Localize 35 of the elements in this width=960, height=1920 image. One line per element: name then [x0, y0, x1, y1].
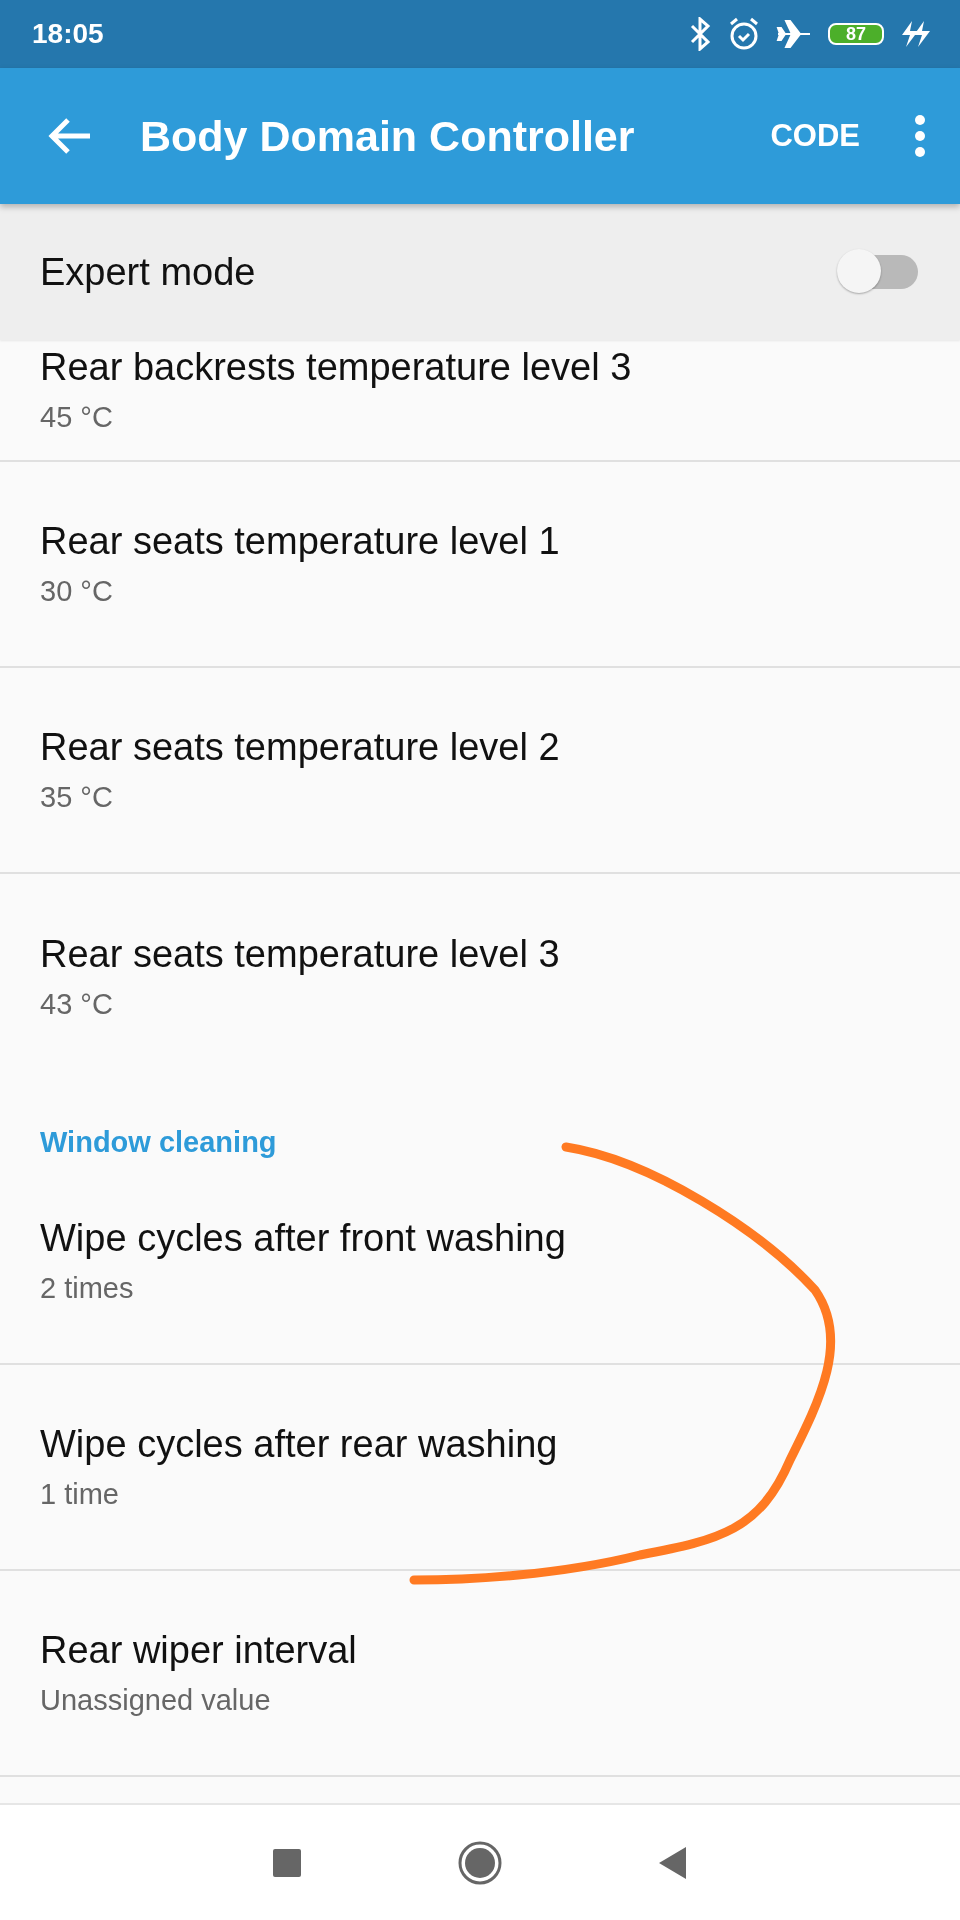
setting-value: 30 °C	[40, 575, 114, 608]
setting-value: 2 times	[40, 1272, 135, 1305]
setting-title: Rear wiper interval	[40, 1629, 358, 1672]
home-button[interactable]	[458, 1840, 502, 1885]
more-icon	[914, 114, 926, 158]
setting-value: Unassigned value	[40, 1684, 272, 1717]
setting-value: 45 °C	[40, 401, 114, 434]
setting-title: Rear backrests temperature level 3	[40, 346, 633, 389]
setting-row[interactable]: Rear seats temperature level 1 30 °C	[0, 462, 960, 668]
setting-row[interactable]: Rear seats temperature level 2 35 °C	[0, 668, 960, 874]
setting-row[interactable]: Rear wiper interval Unassigned value	[0, 1571, 960, 1777]
setting-title: Wipe cycles after rear washing	[40, 1423, 559, 1466]
bluetooth-icon	[688, 17, 712, 51]
airplane-icon	[776, 19, 812, 49]
status-time: 18:05	[32, 18, 105, 50]
setting-row[interactable]: Wipe cycles after front washing 2 times	[0, 1159, 960, 1365]
charging-icon	[900, 19, 930, 49]
section-header: Window cleaning	[39, 1125, 278, 1159]
back-nav-button[interactable]	[658, 1845, 688, 1880]
setting-title: Wipe cycles after front washing	[40, 1217, 567, 1260]
setting-row[interactable]: Rear backrests temperature level 3 45 °C	[0, 340, 960, 462]
setting-value: 1 time	[40, 1478, 120, 1511]
screen-title: Body Domain Controller	[140, 111, 636, 161]
recents-button[interactable]	[272, 1847, 302, 1878]
alarm-icon	[728, 17, 760, 51]
setting-value: 35 °C	[40, 781, 114, 814]
battery-level: 87	[828, 23, 884, 45]
setting-title: Rear seats temperature level 2	[40, 726, 561, 769]
expert-mode-label: Expert mode	[40, 250, 257, 294]
setting-row[interactable]: Wipe cycles after rear washing 1 time	[0, 1365, 960, 1571]
back-arrow-icon	[48, 117, 92, 155]
setting-value: 43 °C	[40, 988, 114, 1021]
setting-title: Rear seats temperature level 1	[40, 520, 561, 563]
setting-row[interactable]: Rear seats temperature level 3 43 °C	[0, 874, 960, 1080]
setting-title: Rear seats temperature level 3	[40, 933, 561, 976]
